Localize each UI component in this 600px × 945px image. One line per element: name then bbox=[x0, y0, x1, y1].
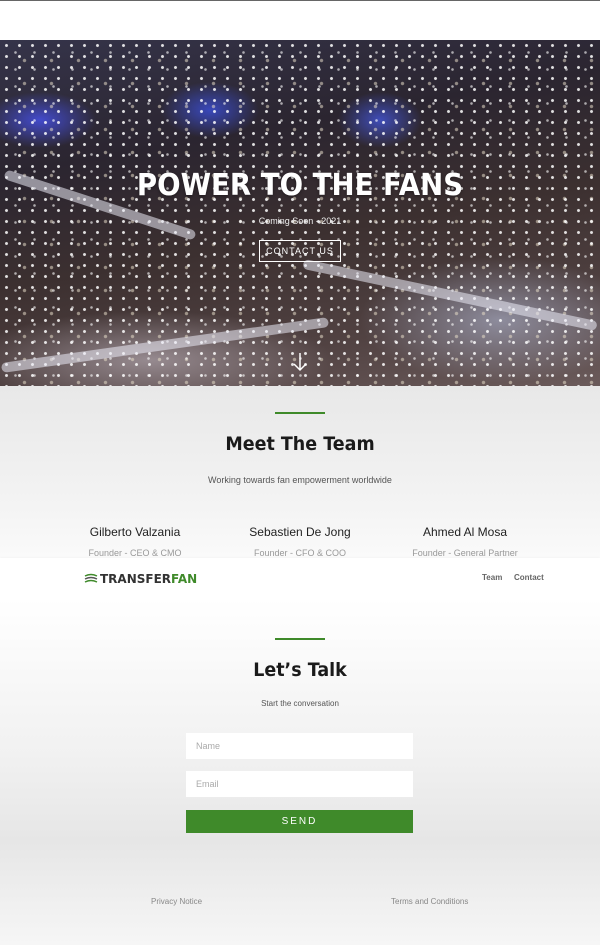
email-input[interactable] bbox=[186, 771, 413, 797]
member-role: Founder - General Partner bbox=[412, 548, 518, 558]
hero-title: POWER TO THE FANS bbox=[136, 168, 464, 203]
logo-icon bbox=[84, 573, 98, 583]
nav-link-contact[interactable]: Contact bbox=[514, 573, 544, 582]
team-subtitle: Working towards fan empowerment worldwid… bbox=[208, 475, 392, 485]
terms-link[interactable]: Terms and Conditions bbox=[391, 897, 468, 906]
contact-title: Let’s Talk bbox=[253, 659, 347, 681]
contact-us-button[interactable]: CONTACT US bbox=[259, 240, 341, 262]
contact-section: Let’s Talk Start the conversation SEND P… bbox=[0, 599, 600, 945]
section-divider bbox=[275, 412, 325, 414]
section-divider bbox=[275, 638, 325, 640]
logo-text-transfer: TRANSFER bbox=[100, 572, 172, 586]
transferfan-logo[interactable]: TRANSFER FAN bbox=[84, 570, 197, 588]
sticky-nav: TRANSFER FAN Team Contact bbox=[0, 558, 600, 599]
top-bar bbox=[0, 0, 600, 40]
hero-subtitle: Coming Soon - 2021 bbox=[258, 216, 342, 226]
hero-section: POWER TO THE FANS Coming Soon - 2021 CON… bbox=[0, 40, 600, 386]
name-input[interactable] bbox=[186, 733, 413, 759]
contact-subtitle: Start the conversation bbox=[261, 699, 339, 708]
member-name: Ahmed Al Mosa bbox=[422, 525, 508, 539]
send-button[interactable]: SEND bbox=[186, 810, 413, 833]
logo-text-fan: FAN bbox=[171, 572, 198, 586]
nav-link-team[interactable]: Team bbox=[482, 573, 502, 582]
team-section: Meet The Team Working towards fan empowe… bbox=[0, 386, 600, 558]
hero-background-image bbox=[0, 40, 600, 386]
privacy-notice-link[interactable]: Privacy Notice bbox=[151, 897, 202, 906]
arrow-down-icon[interactable] bbox=[292, 352, 308, 372]
team-title: Meet The Team bbox=[225, 433, 375, 455]
